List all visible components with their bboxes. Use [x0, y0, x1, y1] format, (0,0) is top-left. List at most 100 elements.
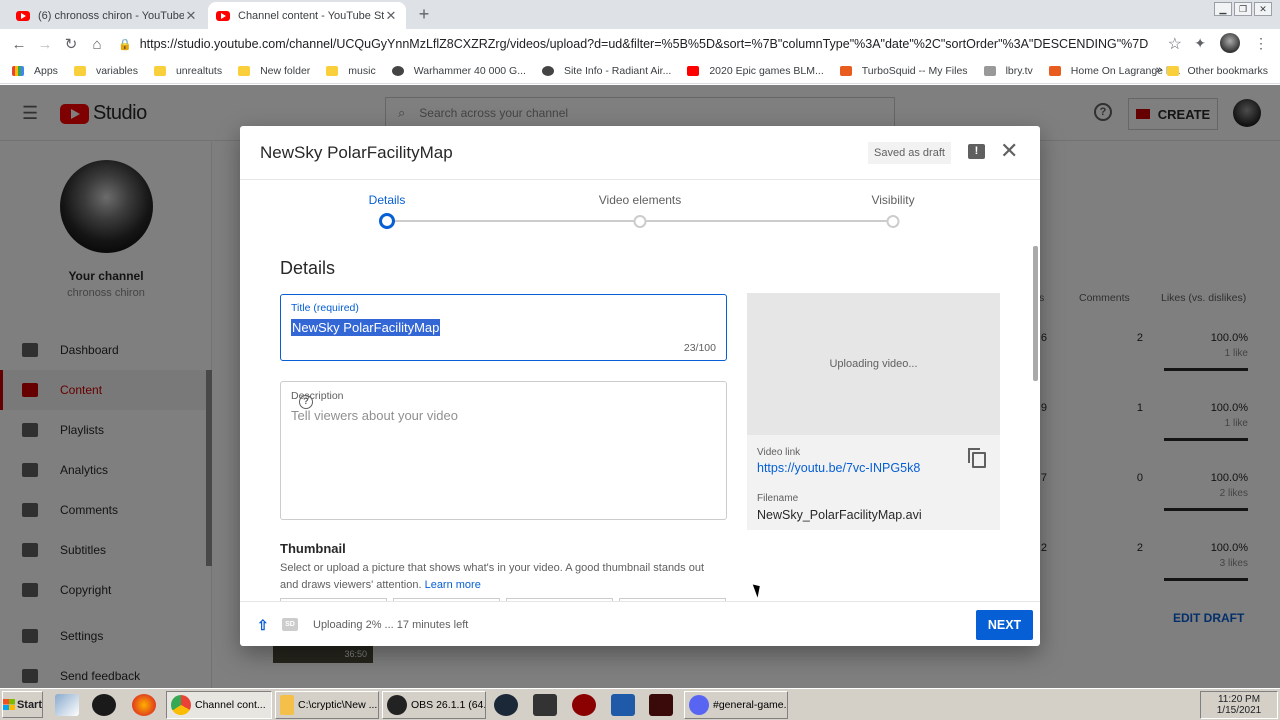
bookmark-item[interactable]: unrealtuts	[153, 65, 223, 77]
bookmark-label: unrealtuts	[175, 65, 223, 77]
system-tray-clock[interactable]: 11:20 PM 1/15/2021	[1200, 691, 1278, 719]
dialog-scrollbar[interactable]	[1033, 246, 1038, 381]
close-icon[interactable]: ✕	[384, 8, 398, 24]
close-icon[interactable]: ✕	[184, 8, 198, 24]
copy-icon[interactable]	[968, 448, 986, 468]
windows-logo-icon	[3, 699, 15, 710]
start-label: Start	[16, 698, 42, 711]
youtube-favicon-icon	[216, 10, 230, 21]
bookmark-label: Home On Lagrange b...	[1070, 65, 1181, 77]
next-button[interactable]: NEXT	[976, 610, 1033, 640]
bookmark-star-icon[interactable]: ☆	[1168, 34, 1182, 54]
bookmark-item[interactable]: music	[326, 65, 376, 77]
task-discord[interactable]: #general-game...	[684, 691, 788, 719]
title-field[interactable]: Title (required) NewSky PolarFacilityMap…	[280, 294, 727, 361]
reload-icon[interactable]: ↻	[58, 35, 84, 53]
app-icon[interactable]	[611, 694, 635, 716]
app-icon[interactable]	[92, 694, 116, 716]
task-label: Channel cont...	[195, 699, 266, 711]
new-tab-button[interactable]: +	[414, 4, 434, 25]
bookmark-label: variables	[95, 65, 138, 77]
obs-icon	[387, 695, 407, 715]
steam-icon[interactable]	[494, 694, 518, 716]
step-connector	[640, 220, 893, 222]
browser-tab-youtube[interactable]: (6) chronoss chiron - YouTube ✕	[8, 2, 206, 29]
help-icon[interactable]: ?	[299, 395, 313, 409]
minimize-icon[interactable]: ▁	[1214, 2, 1232, 16]
upload-status: Uploading 2% ... 17 minutes left	[313, 619, 469, 631]
video-link[interactable]: https://youtu.be/7vc-INPG5k8	[757, 461, 920, 475]
app-icon[interactable]	[572, 694, 596, 716]
clock-date: 1/15/2021	[1216, 705, 1262, 716]
step-video-elements-label[interactable]: Video elements	[599, 193, 682, 207]
address-bar[interactable]: 🔒 https://studio.youtube.com/channel/UCQ…	[118, 31, 1190, 57]
menu-icon[interactable]: ⋮	[1254, 35, 1268, 52]
video-preview-card: Uploading video... Video link https://yo…	[747, 293, 1000, 530]
other-bookmarks-label: Other bookmarks	[1187, 65, 1268, 77]
firefox-icon[interactable]	[132, 694, 156, 716]
title-field-value[interactable]: NewSky PolarFacilityMap	[291, 319, 441, 336]
section-title: Details	[280, 258, 336, 278]
clock-time: 11:20 PM	[1217, 694, 1261, 705]
bookmarks-overflow-icon[interactable]: »	[1156, 64, 1162, 76]
app-icon[interactable]	[533, 694, 557, 716]
bookmark-item[interactable]: Site Info - Radiant Air...	[541, 65, 671, 77]
thumbnail-title: Thumbnail	[280, 541, 346, 556]
task-chrome[interactable]: Channel cont...	[166, 691, 272, 719]
profile-avatar[interactable]	[1220, 33, 1240, 53]
start-button[interactable]: Start	[2, 691, 43, 718]
learn-more-link[interactable]: Learn more	[425, 579, 481, 591]
task-obs[interactable]: OBS 26.1.1 (64...	[382, 691, 486, 719]
step-details-dot[interactable]	[379, 213, 395, 229]
forward-icon[interactable]: →	[32, 36, 58, 53]
folder-icon	[326, 66, 339, 76]
upload-dialog: NewSky PolarFacilityMap Saved as draft !…	[240, 126, 1040, 646]
bookmark-label: lbry.tv	[1005, 65, 1033, 77]
extensions-icon[interactable]: ✦	[1194, 35, 1206, 52]
restore-icon[interactable]: ❐	[1234, 2, 1252, 16]
step-video-elements-dot[interactable]	[633, 215, 647, 228]
upload-stepper: Details Video elements Visibility	[240, 180, 1040, 240]
browser-tab-studio[interactable]: Channel content - YouTube Studio ✕	[208, 2, 406, 29]
tab-label: (6) chronoss chiron - YouTube	[38, 9, 184, 22]
step-details-label[interactable]: Details	[369, 193, 406, 207]
dialog-title: NewSky PolarFacilityMap	[260, 143, 453, 162]
bookmark-icon	[687, 66, 700, 76]
home-icon[interactable]: ⌂	[84, 36, 110, 53]
description-placeholder: Tell viewers about your video	[291, 408, 458, 423]
description-label: Description ?	[291, 390, 344, 409]
close-dialog-icon[interactable]: ✕	[1000, 140, 1018, 162]
bookmark-icon	[983, 66, 996, 76]
bookmark-label: New folder	[260, 65, 311, 77]
dialog-body: Details Title (required) NewSky PolarFac…	[240, 240, 1040, 601]
folder-icon	[280, 695, 294, 715]
bookmark-item[interactable]: Warhammer 40 000 G...	[391, 65, 526, 77]
bookmark-item[interactable]: TurboSquid -- My Files	[839, 65, 968, 77]
browser-tabstrip: (6) chronoss chiron - YouTube ✕ Channel …	[0, 0, 1280, 29]
bookmark-item[interactable]: variables	[73, 65, 138, 77]
step-visibility-dot[interactable]	[886, 215, 900, 228]
close-window-icon[interactable]: ✕	[1254, 2, 1272, 16]
app-icon[interactable]	[649, 694, 673, 716]
filename-label: Filename	[757, 493, 799, 504]
lock-icon: 🔒	[118, 38, 132, 51]
bookmark-item[interactable]: Apps	[12, 65, 58, 77]
tab-label: Channel content - YouTube Studio	[238, 9, 384, 22]
bookmark-item[interactable]: lbry.tv	[983, 65, 1033, 77]
bookmark-item[interactable]: New folder	[238, 65, 310, 77]
bookmark-icon	[12, 66, 24, 76]
bookmarks-bar: Apps variables unrealtuts New folder music Wa…	[0, 59, 1280, 84]
step-visibility-label[interactable]: Visibility	[871, 193, 914, 207]
folder-icon	[1167, 66, 1180, 76]
task-label: OBS 26.1.1 (64...	[411, 699, 486, 711]
bookmark-label: music	[348, 65, 376, 77]
task-explorer[interactable]: C:\cryptic\New ...	[275, 691, 379, 719]
feedback-icon[interactable]: !	[968, 144, 985, 159]
description-field[interactable]: Description ? Tell viewers about your vi…	[280, 381, 727, 520]
notepad-icon[interactable]	[55, 694, 79, 716]
back-icon[interactable]: ←	[6, 36, 32, 53]
other-bookmarks[interactable]: Other bookmarks	[1167, 65, 1268, 77]
bookmark-item[interactable]: 2020 Epic games BLM...	[687, 65, 824, 77]
dialog-footer: ⇧ SD Uploading 2% ... 17 minutes left NE…	[240, 601, 1040, 646]
bookmark-icon	[391, 66, 404, 76]
